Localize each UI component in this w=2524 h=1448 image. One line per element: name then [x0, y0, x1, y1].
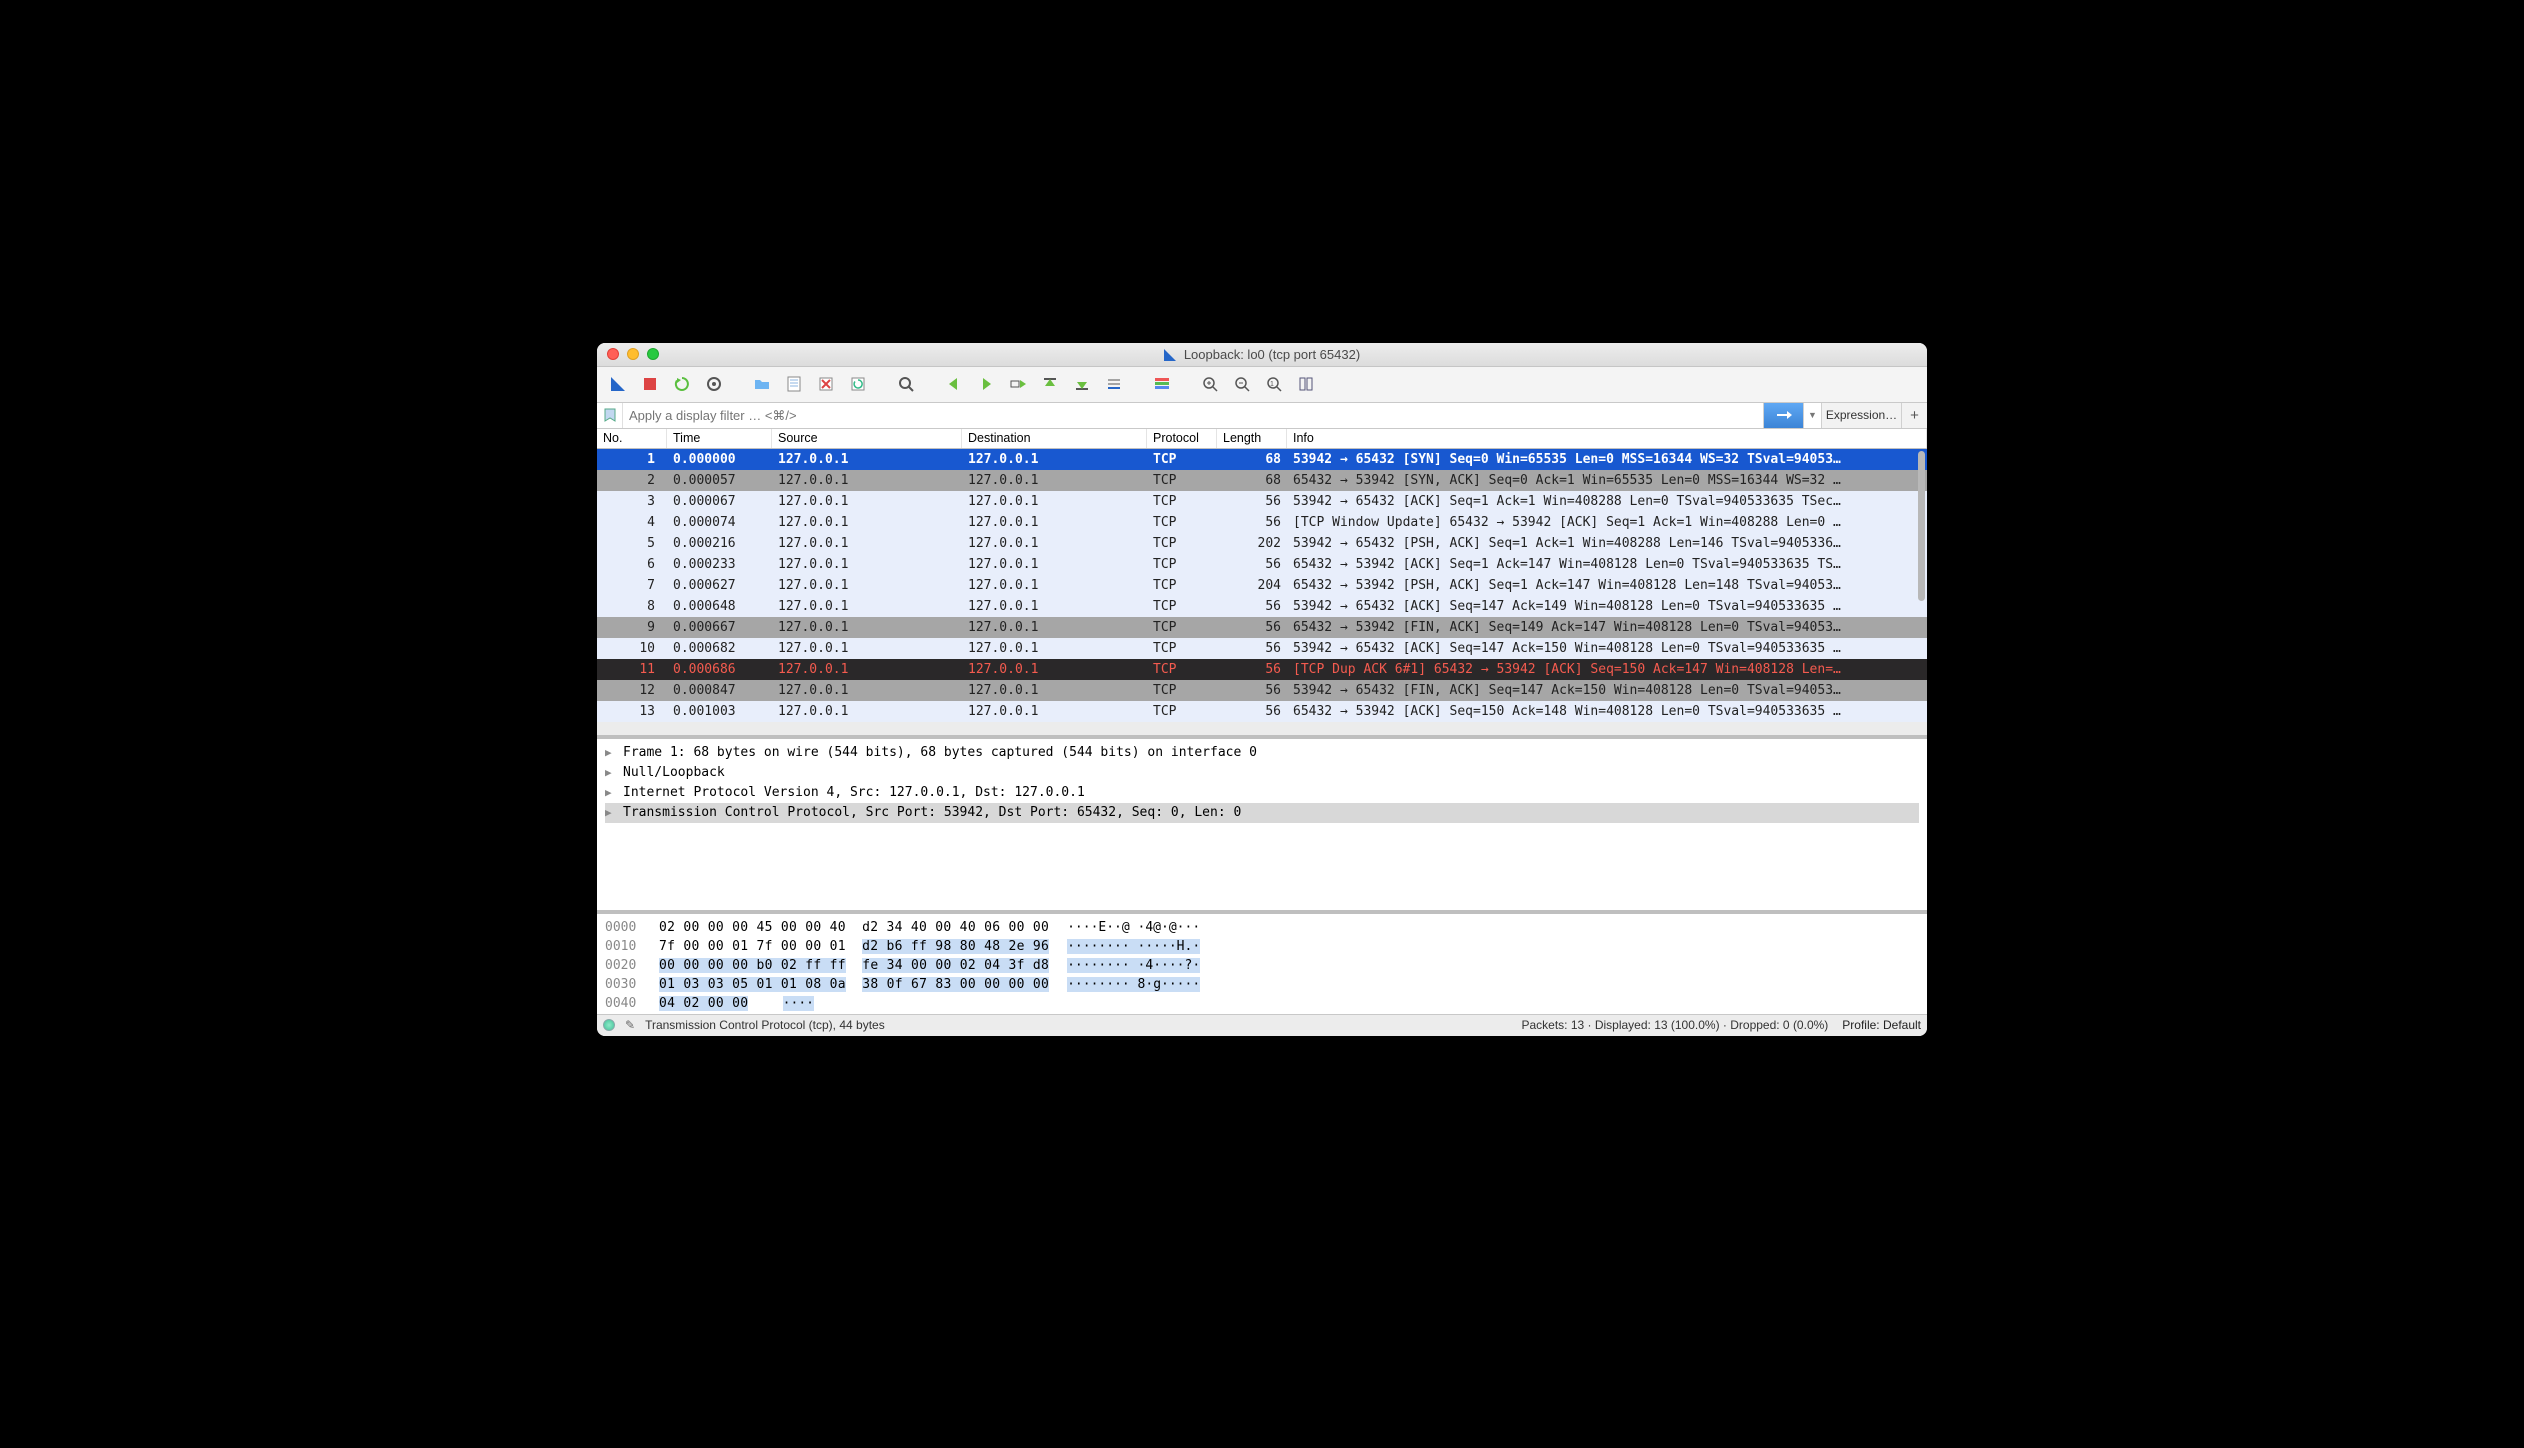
open-file-button[interactable]: [747, 370, 777, 398]
resize-columns-button[interactable]: [1291, 370, 1321, 398]
detail-tree-item[interactable]: ▶Frame 1: 68 bytes on wire (544 bits), 6…: [605, 743, 1919, 763]
stop-capture-button[interactable]: [635, 370, 665, 398]
filter-history-dropdown[interactable]: ▼: [1803, 403, 1821, 428]
close-file-button[interactable]: [811, 370, 841, 398]
app-window: Loopback: lo0 (tcp port 65432) 1: [597, 343, 1927, 1036]
add-filter-button[interactable]: +: [1901, 403, 1927, 428]
col-source[interactable]: Source: [772, 429, 962, 448]
hex-row[interactable]: 002000 00 00 00 b0 02 ff ff fe 34 00 00 …: [605, 956, 1919, 975]
zoom-out-button[interactable]: [1227, 370, 1257, 398]
packet-row[interactable]: 10.000000127.0.0.1127.0.0.1TCP6853942 → …: [597, 449, 1927, 470]
col-time[interactable]: Time: [667, 429, 772, 448]
status-protocol-text: Transmission Control Protocol (tcp), 44 …: [645, 1018, 885, 1032]
packet-row[interactable]: 130.001003127.0.0.1127.0.0.1TCP5665432 →…: [597, 701, 1927, 722]
capture-options-button[interactable]: [699, 370, 729, 398]
col-protocol[interactable]: Protocol: [1147, 429, 1217, 448]
main-toolbar: 1: [597, 367, 1927, 403]
col-info[interactable]: Info: [1287, 429, 1927, 448]
packet-row[interactable]: 30.000067127.0.0.1127.0.0.1TCP5653942 → …: [597, 491, 1927, 512]
packet-row[interactable]: 100.000682127.0.0.1127.0.0.1TCP5653942 →…: [597, 638, 1927, 659]
packet-row[interactable]: 40.000074127.0.0.1127.0.0.1TCP56[TCP Win…: [597, 512, 1927, 533]
reload-file-button[interactable]: [843, 370, 873, 398]
expert-info-button[interactable]: [603, 1019, 615, 1031]
col-no[interactable]: No.: [597, 429, 667, 448]
status-bar: ✎ Transmission Control Protocol (tcp), 4…: [597, 1014, 1927, 1036]
packet-row[interactable]: 50.000216127.0.0.1127.0.0.1TCP20253942 →…: [597, 533, 1927, 554]
detail-tree-item[interactable]: ▶Internet Protocol Version 4, Src: 127.0…: [605, 783, 1919, 803]
hex-row[interactable]: 003001 03 03 05 01 01 08 0a 38 0f 67 83 …: [605, 975, 1919, 994]
window-title-text: Loopback: lo0 (tcp port 65432): [1184, 347, 1360, 362]
bookmark-filter-button[interactable]: [597, 403, 623, 428]
hex-row[interactable]: 00107f 00 00 01 7f 00 00 01 d2 b6 ff 98 …: [605, 937, 1919, 956]
expand-triangle-icon[interactable]: ▶: [605, 766, 617, 779]
zoom-window-button[interactable]: [647, 348, 659, 360]
go-to-last-button[interactable]: [1067, 370, 1097, 398]
expression-button[interactable]: Expression…: [1821, 403, 1901, 428]
packet-row[interactable]: 20.000057127.0.0.1127.0.0.1TCP6865432 → …: [597, 470, 1927, 491]
go-to-packet-button[interactable]: [1003, 370, 1033, 398]
wireshark-fin-icon: [1164, 347, 1178, 361]
apply-filter-button[interactable]: [1763, 403, 1803, 428]
status-profile[interactable]: Profile: Default: [1828, 1018, 1921, 1032]
expand-triangle-icon[interactable]: ▶: [605, 746, 617, 759]
detail-tree-item[interactable]: ▶Null/Loopback: [605, 763, 1919, 783]
auto-scroll-button[interactable]: [1099, 370, 1129, 398]
detail-tree-item[interactable]: ▶Transmission Control Protocol, Src Port…: [605, 803, 1919, 823]
col-length[interactable]: Length: [1217, 429, 1287, 448]
minimize-window-button[interactable]: [627, 348, 639, 360]
display-filter-bar: ▼ Expression… +: [597, 403, 1927, 429]
svg-text:1: 1: [1270, 381, 1274, 388]
packet-list[interactable]: 10.000000127.0.0.1127.0.0.1TCP6853942 → …: [597, 449, 1927, 739]
restart-capture-button[interactable]: [667, 370, 697, 398]
packet-row[interactable]: 60.000233127.0.0.1127.0.0.1TCP5665432 → …: [597, 554, 1927, 575]
wireshark-logo-icon[interactable]: [603, 370, 633, 398]
titlebar: Loopback: lo0 (tcp port 65432): [597, 343, 1927, 367]
packet-row[interactable]: 90.000667127.0.0.1127.0.0.1TCP5665432 → …: [597, 617, 1927, 638]
edit-capture-comment-button[interactable]: ✎: [625, 1018, 635, 1032]
window-title: Loopback: lo0 (tcp port 65432): [597, 347, 1927, 362]
window-controls: [607, 348, 659, 360]
packet-details-pane[interactable]: ▶Frame 1: 68 bytes on wire (544 bits), 6…: [597, 739, 1927, 914]
colorize-button[interactable]: [1147, 370, 1177, 398]
packet-row[interactable]: 70.000627127.0.0.1127.0.0.1TCP20465432 →…: [597, 575, 1927, 596]
packet-bytes-pane[interactable]: 000002 00 00 00 45 00 00 40 d2 34 40 00 …: [597, 914, 1927, 1014]
packet-row[interactable]: 120.000847127.0.0.1127.0.0.1TCP5653942 →…: [597, 680, 1927, 701]
packet-list-header: No. Time Source Destination Protocol Len…: [597, 429, 1927, 449]
expand-triangle-icon[interactable]: ▶: [605, 786, 617, 799]
zoom-in-button[interactable]: [1195, 370, 1225, 398]
find-packet-button[interactable]: [891, 370, 921, 398]
col-destination[interactable]: Destination: [962, 429, 1147, 448]
packet-row[interactable]: 80.000648127.0.0.1127.0.0.1TCP5653942 → …: [597, 596, 1927, 617]
hex-row[interactable]: 004004 02 00 00 ····: [605, 994, 1919, 1013]
expand-triangle-icon[interactable]: ▶: [605, 806, 617, 819]
hex-row[interactable]: 000002 00 00 00 45 00 00 40 d2 34 40 00 …: [605, 918, 1919, 937]
save-file-button[interactable]: [779, 370, 809, 398]
zoom-reset-button[interactable]: 1: [1259, 370, 1289, 398]
packet-list-scrollbar[interactable]: [1918, 451, 1925, 601]
go-back-button[interactable]: [939, 370, 969, 398]
close-window-button[interactable]: [607, 348, 619, 360]
display-filter-input[interactable]: [623, 403, 1763, 428]
status-packet-counts: Packets: 13 · Displayed: 13 (100.0%) · D…: [1521, 1018, 1828, 1032]
go-to-first-button[interactable]: [1035, 370, 1065, 398]
packet-row[interactable]: 110.000686127.0.0.1127.0.0.1TCP56[TCP Du…: [597, 659, 1927, 680]
go-forward-button[interactable]: [971, 370, 1001, 398]
